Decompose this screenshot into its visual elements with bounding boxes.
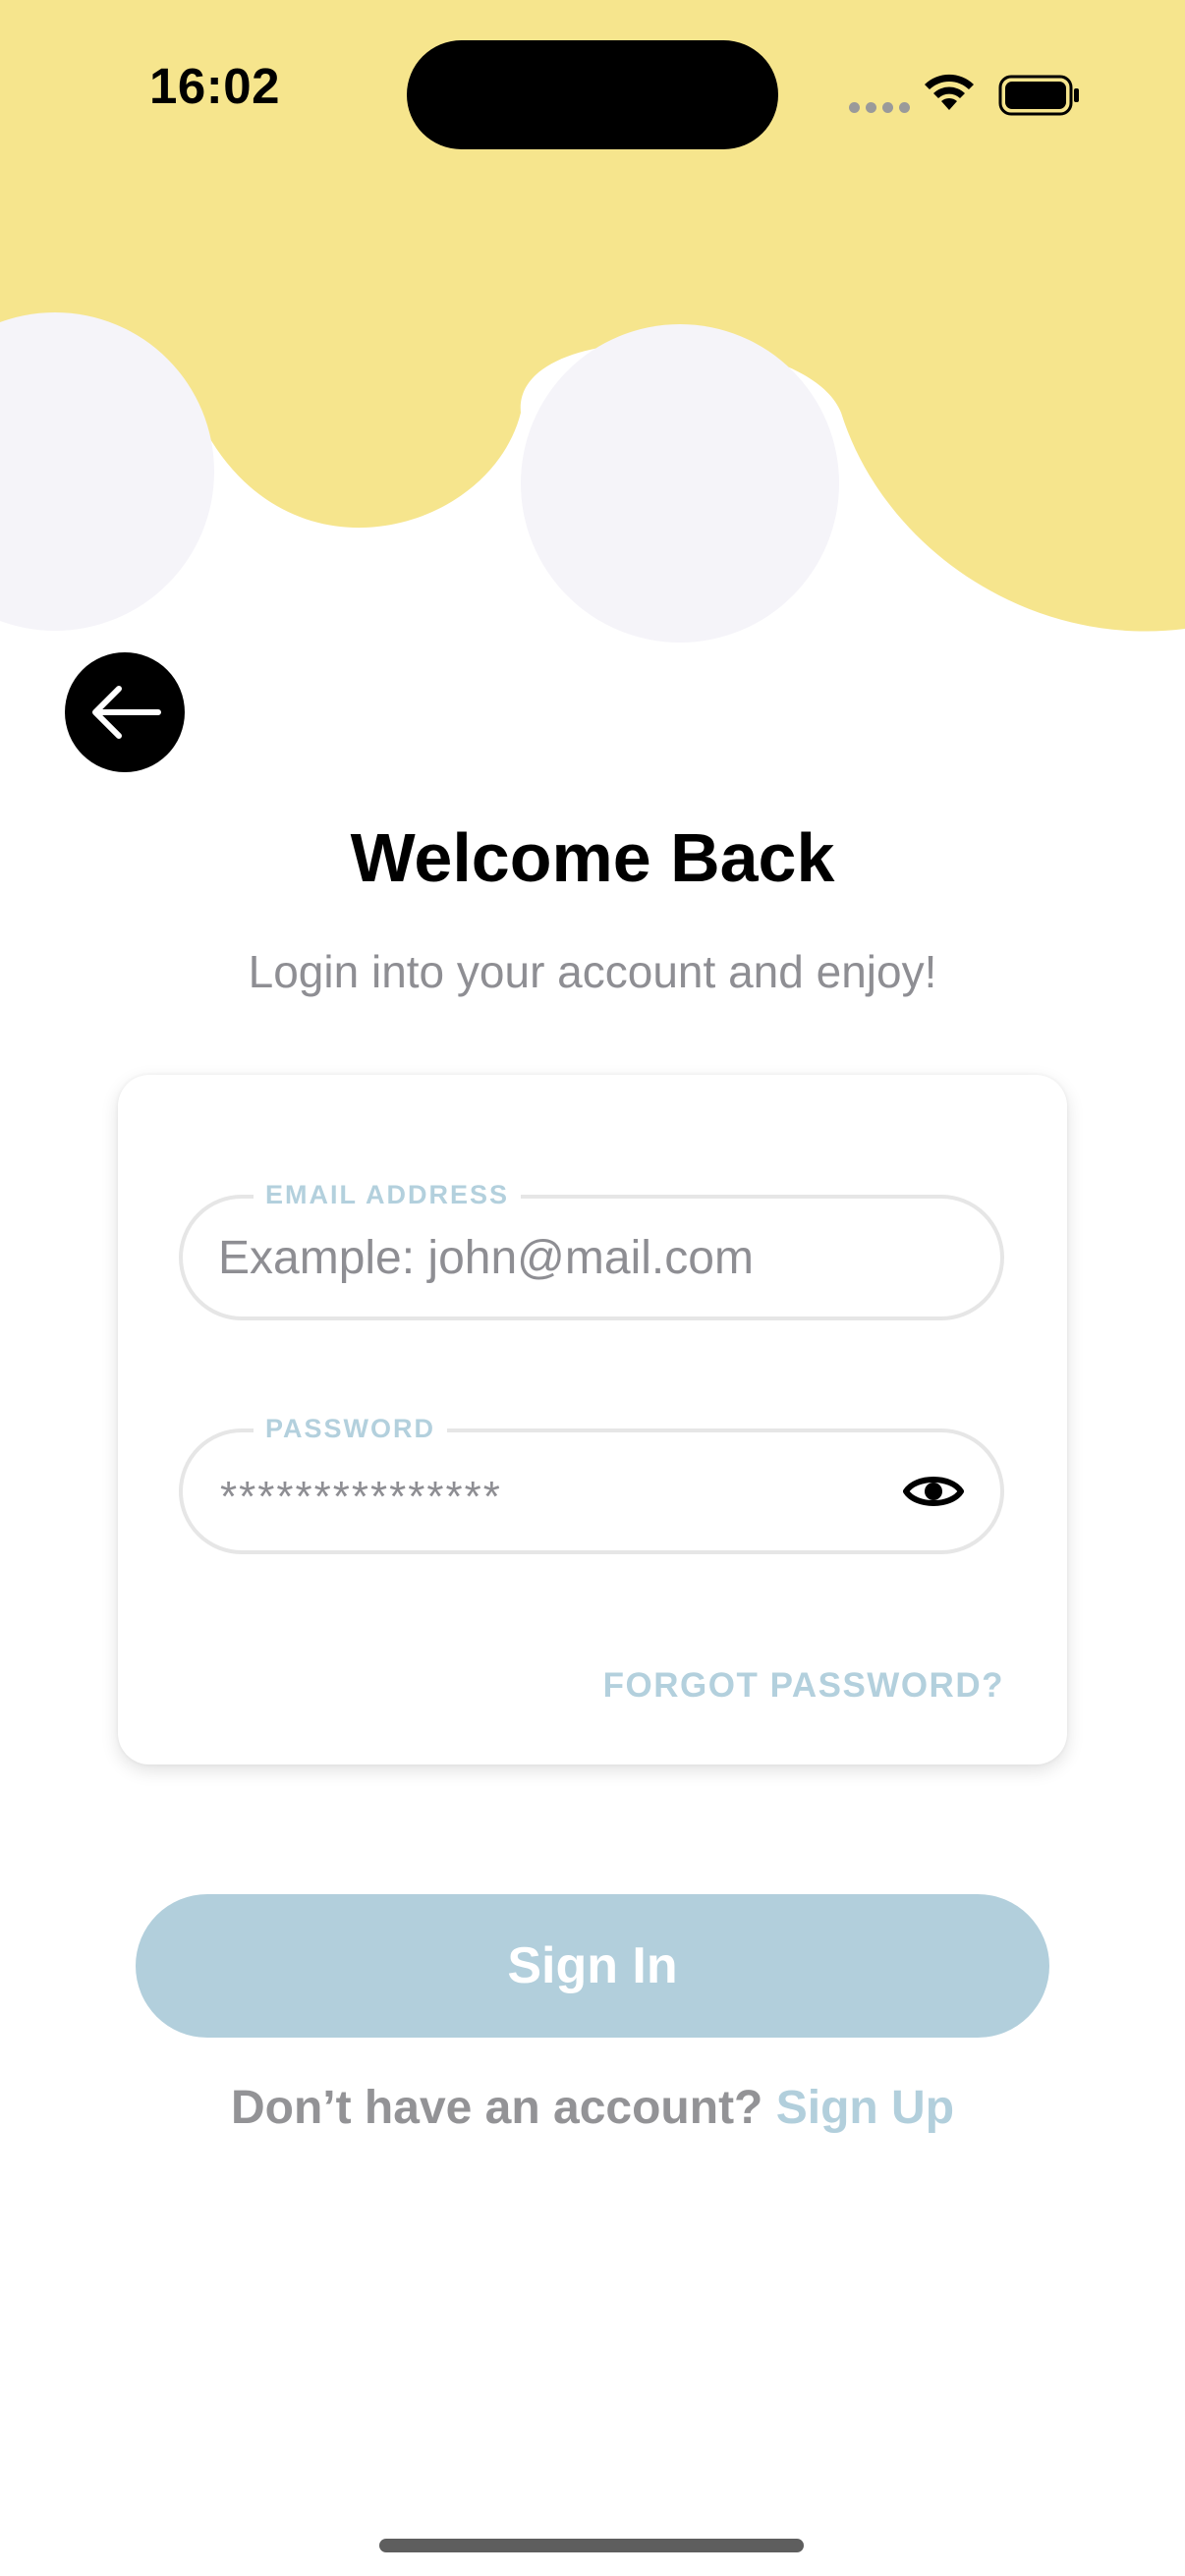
sign-in-button[interactable]: Sign In xyxy=(136,1894,1049,2038)
login-card: EMAIL ADDRESS PASSWORD *************** F… xyxy=(118,1075,1067,1764)
wifi-icon xyxy=(925,74,974,110)
status-time: 16:02 xyxy=(149,58,280,114)
page-title: Welcome Back xyxy=(350,819,835,896)
cellular-signal-icon xyxy=(849,102,910,113)
dynamic-island xyxy=(407,40,778,149)
password-field[interactable]: PASSWORD *************** xyxy=(179,1411,1004,1554)
home-indicator[interactable] xyxy=(379,2539,804,2552)
password-label: PASSWORD xyxy=(254,1411,448,1446)
back-button[interactable] xyxy=(65,652,185,772)
email-field[interactable]: EMAIL ADDRESS xyxy=(179,1177,1004,1320)
decor-circle-center xyxy=(521,324,839,643)
eye-icon[interactable] xyxy=(902,1470,965,1513)
page-subtitle: Login into your account and enjoy! xyxy=(248,946,937,997)
password-input[interactable]: *************** xyxy=(220,1476,502,1519)
forgot-password-link[interactable]: FORGOT PASSWORD? xyxy=(603,1668,1004,1703)
email-input[interactable] xyxy=(218,1199,926,1316)
sign-up-link[interactable]: Sign Up xyxy=(776,2082,954,2134)
no-account-text: Don’t have an account? xyxy=(230,2082,763,2134)
signup-row: Don’t have an account? Sign Up xyxy=(0,2085,1185,2132)
battery-icon xyxy=(998,75,1079,116)
arrow-left-icon xyxy=(92,686,161,739)
